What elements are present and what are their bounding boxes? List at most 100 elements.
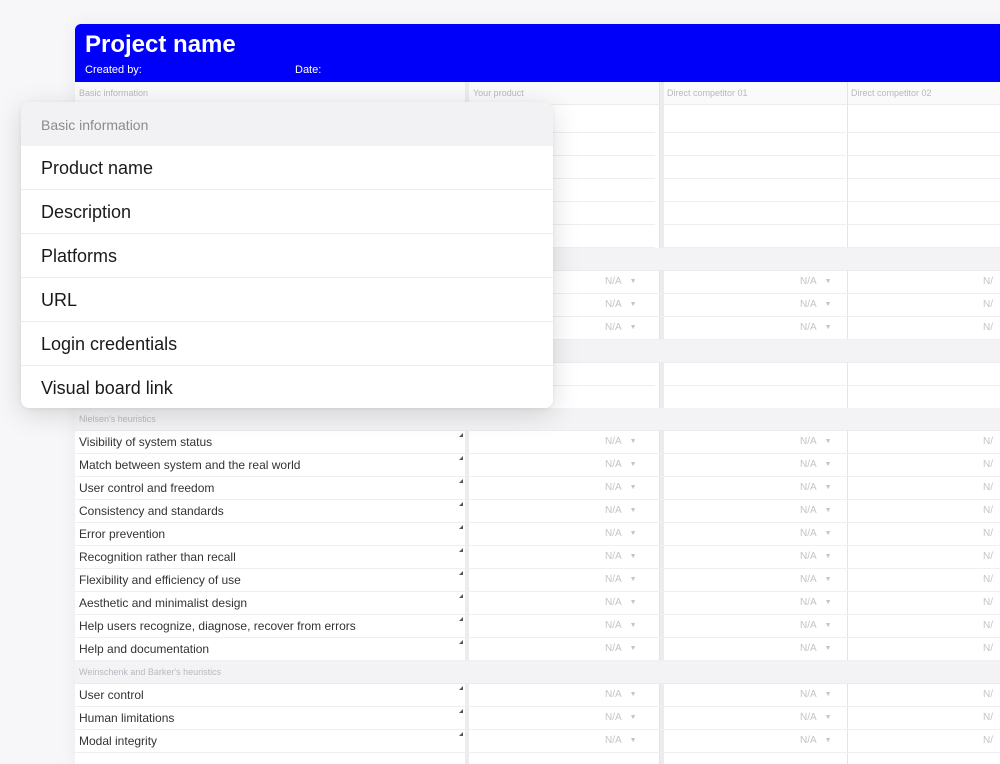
na-dropdown[interactable]: N/A ▼ — [605, 505, 637, 516]
na-dropdown[interactable]: N/A ▼ — [605, 574, 637, 585]
cell[interactable] — [664, 133, 846, 156]
heuristic-label[interactable]: Flexibility and efficiency of use — [79, 573, 241, 587]
table-row: Error prevention N/A ▼ N/A ▼ N/ — [75, 523, 1000, 546]
na-dropdown[interactable]: N/ — [983, 505, 993, 516]
na-dropdown[interactable]: N/A ▼ — [800, 551, 832, 562]
chevron-down-icon: ▼ — [824, 484, 832, 491]
created-by-label: Created by: — [85, 64, 142, 76]
heuristic-label[interactable]: Help and documentation — [79, 642, 209, 656]
cell[interactable] — [664, 202, 846, 225]
cell[interactable] — [664, 156, 846, 179]
na-dropdown[interactable]: N/A ▼ — [800, 574, 832, 585]
popup-item-login-credentials[interactable]: Login credentials — [21, 322, 553, 366]
na-dropdown[interactable]: N/A ▼ — [800, 735, 832, 746]
heuristic-label[interactable]: Consistency and standards — [79, 504, 224, 518]
na-dropdown[interactable]: N/A ▼ — [605, 689, 637, 700]
na-dropdown[interactable]: N/ — [983, 482, 993, 493]
na-dropdown[interactable]: N/A ▼ — [605, 712, 637, 723]
na-dropdown[interactable]: N/A ▼ — [800, 505, 832, 516]
na-dropdown[interactable]: N/ — [983, 322, 993, 333]
table-row: Visibility of system status N/A ▼ N/A ▼ N/ — [75, 431, 1000, 454]
na-dropdown[interactable]: N/A ▼ — [605, 620, 637, 631]
cell[interactable] — [848, 179, 1000, 202]
chevron-down-icon: ▼ — [629, 599, 637, 606]
chevron-down-icon: ▼ — [629, 324, 637, 331]
na-dropdown[interactable]: N/A ▼ — [605, 735, 637, 746]
na-dropdown[interactable]: N/ — [983, 597, 993, 608]
na-dropdown[interactable]: N/A ▼ — [800, 276, 832, 287]
na-dropdown[interactable]: N/ — [983, 299, 993, 310]
heuristic-label[interactable]: Recognition rather than recall — [79, 550, 236, 564]
heuristic-label[interactable]: Error prevention — [79, 527, 165, 541]
date-label: Date: — [295, 64, 322, 76]
cell[interactable] — [848, 156, 1000, 179]
cell[interactable] — [664, 225, 846, 248]
na-dropdown[interactable]: N/ — [983, 643, 993, 654]
cell[interactable] — [848, 363, 1000, 386]
na-dropdown[interactable]: N/A ▼ — [605, 299, 637, 310]
cell[interactable] — [664, 110, 846, 133]
na-dropdown[interactable]: N/A ▼ — [800, 299, 832, 310]
heuristic-label[interactable]: Visibility of system status — [79, 435, 212, 449]
na-dropdown[interactable]: N/A ▼ — [800, 322, 832, 333]
project-title[interactable]: Project name — [85, 31, 236, 59]
heuristic-label[interactable]: Help users recognize, diagnose, recover … — [79, 619, 356, 633]
na-dropdown[interactable]: N/A ▼ — [800, 643, 832, 654]
heuristic-label[interactable]: User control — [79, 688, 144, 702]
cell[interactable] — [848, 133, 1000, 156]
na-dropdown[interactable]: N/ — [983, 276, 993, 287]
cell[interactable] — [848, 202, 1000, 225]
section-weinschenk: Weinschenk and Barker's heuristics — [75, 661, 1000, 684]
popup-item-platforms[interactable]: Platforms — [21, 234, 553, 278]
cell[interactable] — [664, 179, 846, 202]
na-dropdown[interactable]: N/ — [983, 459, 993, 470]
na-dropdown[interactable]: N/A ▼ — [800, 528, 832, 539]
na-dropdown[interactable]: N/ — [983, 436, 993, 447]
heuristic-label[interactable]: Aesthetic and minimalist design — [79, 596, 247, 610]
na-dropdown[interactable]: N/A ▼ — [605, 459, 637, 470]
table-row: Help users recognize, diagnose, recover … — [75, 615, 1000, 638]
na-dropdown[interactable]: N/ — [983, 712, 993, 723]
na-dropdown[interactable]: N/A ▼ — [605, 597, 637, 608]
comment-marker-icon — [459, 548, 463, 552]
na-dropdown[interactable]: N/A ▼ — [800, 712, 832, 723]
cell[interactable] — [848, 225, 1000, 248]
na-dropdown[interactable]: N/ — [983, 689, 993, 700]
na-dropdown[interactable]: N/A ▼ — [605, 436, 637, 447]
na-dropdown[interactable]: N/A ▼ — [605, 528, 637, 539]
cell[interactable] — [848, 110, 1000, 133]
na-dropdown[interactable]: N/A ▼ — [800, 689, 832, 700]
na-dropdown[interactable]: N/A ▼ — [800, 459, 832, 470]
na-dropdown[interactable]: N/A ▼ — [800, 436, 832, 447]
heuristic-label[interactable]: Human limitations — [79, 711, 174, 725]
cell[interactable] — [664, 386, 846, 409]
chevron-down-icon: ▼ — [629, 714, 637, 721]
na-dropdown[interactable]: N/A ▼ — [800, 597, 832, 608]
na-dropdown[interactable]: N/A ▼ — [605, 482, 637, 493]
na-dropdown[interactable]: N/A ▼ — [605, 643, 637, 654]
heuristic-label[interactable]: Match between system and the real world — [79, 458, 300, 472]
na-dropdown[interactable]: N/A ▼ — [800, 620, 832, 631]
chevron-down-icon: ▼ — [824, 461, 832, 468]
na-dropdown[interactable]: N/ — [983, 620, 993, 631]
na-dropdown[interactable]: N/ — [983, 551, 993, 562]
popup-item-description[interactable]: Description — [21, 190, 553, 234]
na-dropdown[interactable]: N/A ▼ — [605, 276, 637, 287]
na-dropdown[interactable]: N/A ▼ — [605, 551, 637, 562]
na-dropdown[interactable]: N/ — [983, 528, 993, 539]
chevron-down-icon: ▼ — [824, 691, 832, 698]
heuristic-label[interactable]: Modal integrity — [79, 734, 157, 748]
cell[interactable] — [664, 363, 846, 386]
na-dropdown[interactable]: N/ — [983, 574, 993, 585]
chevron-down-icon: ▼ — [824, 553, 832, 560]
na-dropdown[interactable]: N/A ▼ — [800, 482, 832, 493]
popup-item-product-name[interactable]: Product name — [21, 146, 553, 190]
popup-item-visual-board-link[interactable]: Visual board link — [21, 366, 553, 408]
cell[interactable] — [848, 386, 1000, 409]
na-dropdown[interactable]: N/A ▼ — [605, 322, 637, 333]
popup-item-url[interactable]: URL — [21, 278, 553, 322]
table-row: Aesthetic and minimalist design N/A ▼ N/A ▼ N… — [75, 592, 1000, 615]
comment-marker-icon — [459, 686, 463, 690]
heuristic-label[interactable]: User control and freedom — [79, 481, 214, 495]
na-dropdown[interactable]: N/ — [983, 735, 993, 746]
